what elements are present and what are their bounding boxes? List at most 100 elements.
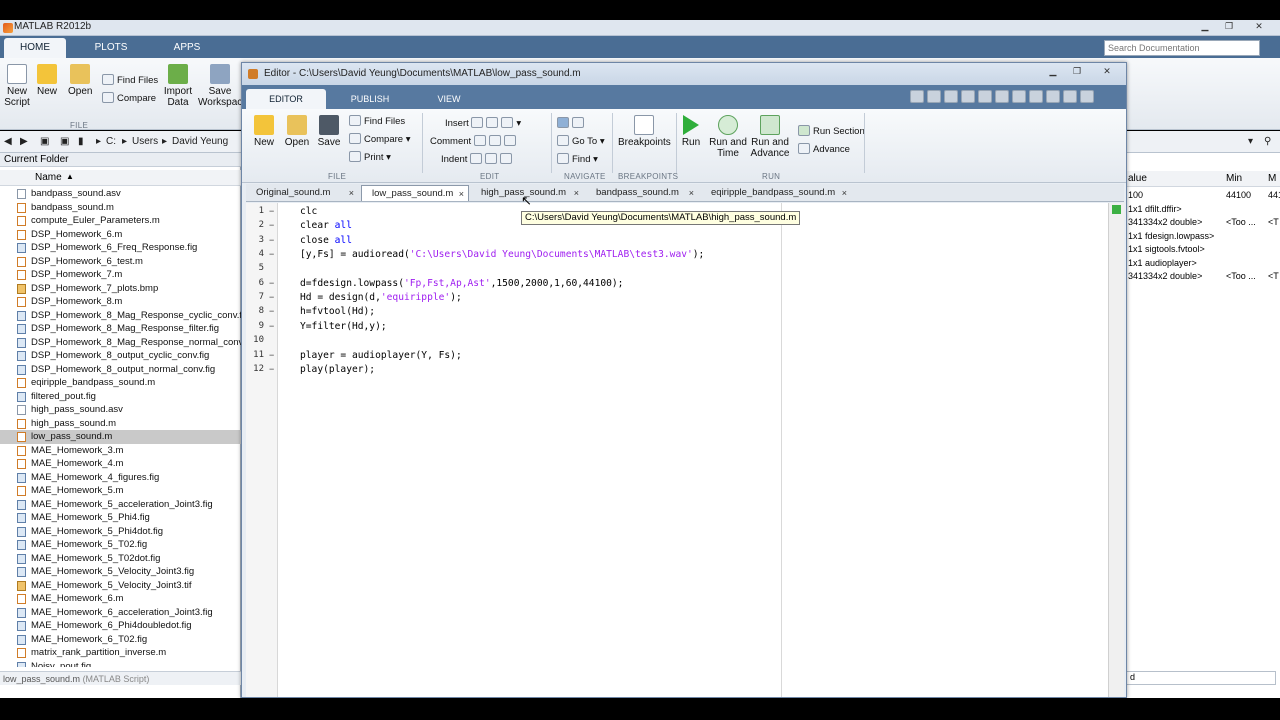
file-list-item[interactable]: DSP_Homework_6.m: [0, 228, 241, 242]
file-list-item[interactable]: MAE_Homework_5_T02dot.fig: [0, 552, 241, 566]
file-tab[interactable]: Original_sound.m ×: [246, 185, 358, 201]
run-section-button[interactable]: Run Section: [798, 125, 865, 137]
tab-editor[interactable]: EDITOR: [246, 89, 326, 109]
executable-line-marker[interactable]: −: [269, 306, 274, 316]
tab-apps[interactable]: APPS: [152, 38, 222, 58]
file-list-item[interactable]: DSP_Homework_8_Mag_Response_normal_conv.…: [0, 336, 241, 350]
code-line[interactable]: d=fdesign.lowpass('Fp,Fst,Ap,Ast',1500,2…: [300, 278, 623, 289]
code-line[interactable]: play(player);: [300, 364, 375, 375]
chevron-down-icon[interactable]: [1080, 90, 1094, 103]
indent-button[interactable]: Indent: [441, 153, 515, 165]
col-value[interactable]: alue: [1128, 173, 1147, 184]
file-tab[interactable]: eqiripple_bandpass_sound.m ×: [701, 185, 851, 201]
quick-access-icon[interactable]: [910, 90, 924, 103]
file-list-item[interactable]: MAE_Homework_5_Phi4.fig: [0, 511, 241, 525]
editor-scrollbar[interactable]: [1108, 203, 1124, 697]
executable-line-marker[interactable]: −: [269, 292, 274, 302]
save-workspace-button[interactable]: Save Workspace: [198, 64, 248, 108]
editor-find-files-button[interactable]: Find Files: [349, 115, 405, 127]
editor-compare-button[interactable]: Compare ▾: [349, 133, 411, 145]
workspace-row[interactable]: 1x1 audioplayer>: [1126, 258, 1280, 272]
file-list-item[interactable]: DSP_Homework_8_output_cyclic_conv.fig: [0, 349, 241, 363]
navigate-arrows[interactable]: [557, 117, 587, 129]
executable-line-marker[interactable]: −: [269, 321, 274, 331]
file-list-item[interactable]: high_pass_sound.m: [0, 417, 241, 431]
file-list-item[interactable]: DSP_Homework_7_plots.bmp: [0, 282, 241, 296]
code-line[interactable]: Y=filter(Hd,y);: [300, 321, 387, 332]
close-tab-icon[interactable]: ×: [349, 185, 354, 201]
file-list-item[interactable]: MAE_Homework_6_acceleration_Joint3.fig: [0, 606, 241, 620]
import-data-button[interactable]: Import Data: [163, 64, 193, 108]
editor-save-button[interactable]: Save: [316, 115, 342, 148]
workspace-row[interactable]: 341334x2 double> <Too ... <T: [1126, 271, 1280, 285]
executable-line-marker[interactable]: −: [269, 350, 274, 360]
code-editor[interactable]: 1− clc 2− clear all 3− close all 4− [y,Fs] = au…: [246, 203, 1108, 697]
minimize-button[interactable]: ▁: [1194, 20, 1216, 34]
file-list-item[interactable]: Noisy_pout.fig: [0, 660, 241, 667]
file-list-item[interactable]: MAE_Homework_4.m: [0, 457, 241, 471]
crumb-users[interactable]: Users: [132, 136, 158, 147]
maximize-button[interactable]: ❐: [1218, 20, 1240, 34]
tab-home[interactable]: HOME: [4, 38, 66, 58]
code-line[interactable]: clc: [300, 206, 317, 217]
file-tab[interactable]: low_pass_sound.m ×: [361, 185, 469, 201]
quick-access-icon[interactable]: [944, 90, 958, 103]
editor-maximize-button[interactable]: ❐: [1066, 65, 1088, 79]
compare-button[interactable]: Compare: [102, 92, 156, 104]
advance-button[interactable]: Advance: [798, 143, 850, 155]
tab-plots[interactable]: PLOTS: [76, 38, 146, 58]
breakpoints-button[interactable]: Breakpoints: [618, 115, 671, 148]
tab-publish[interactable]: PUBLISH: [330, 89, 410, 109]
file-list-item[interactable]: MAE_Homework_5_T02.fig: [0, 538, 241, 552]
file-list-item[interactable]: eqiripple_bandpass_sound.m: [0, 376, 241, 390]
executable-line-marker[interactable]: −: [269, 249, 274, 259]
code-line[interactable]: clear all: [300, 220, 352, 231]
code-line[interactable]: close all: [300, 235, 352, 246]
new-script-button[interactable]: New Script: [4, 64, 30, 108]
run-and-advance-button[interactable]: Run and Advance: [750, 115, 790, 159]
col-max[interactable]: M: [1268, 173, 1276, 184]
workspace-row[interactable]: 341334x2 double> <Too ... <T: [1126, 217, 1280, 231]
file-list-item[interactable]: DSP_Homework_8_Mag_Response_filter.fig: [0, 322, 241, 336]
browse-folder-icon[interactable]: ▣: [60, 136, 69, 147]
run-button[interactable]: Run: [680, 115, 702, 148]
file-tab[interactable]: bandpass_sound.m ×: [586, 185, 698, 201]
file-list-item[interactable]: MAE_Homework_6.m: [0, 592, 241, 606]
close-tab-icon[interactable]: ×: [689, 185, 694, 201]
executable-line-marker[interactable]: −: [269, 206, 274, 216]
workspace-row[interactable]: 1x1 sigtools.fvtool>: [1126, 244, 1280, 258]
tab-view[interactable]: VIEW: [416, 89, 482, 109]
file-list-item[interactable]: MAE_Homework_6_Phi4doubledot.fig: [0, 619, 241, 633]
back-arrow-icon[interactable]: ◀: [4, 136, 12, 147]
crumb-drive[interactable]: C:: [106, 136, 116, 147]
file-list-item[interactable]: DSP_Homework_8.m: [0, 295, 241, 309]
file-list-item[interactable]: bandpass_sound.m: [0, 201, 241, 215]
close-tab-icon[interactable]: ×: [842, 185, 847, 201]
forward-arrow-icon[interactable]: ▶: [20, 136, 28, 147]
close-tab-icon[interactable]: ×: [459, 186, 464, 202]
quick-access-icon[interactable]: [1046, 90, 1060, 103]
code-line[interactable]: Hd = design(d,'equiripple');: [300, 292, 462, 303]
col-min[interactable]: Min: [1226, 173, 1242, 184]
open-button[interactable]: Open: [68, 64, 92, 97]
editor-new-button[interactable]: New: [252, 115, 276, 148]
editor-open-button[interactable]: Open: [284, 115, 310, 148]
chevron-down-icon[interactable]: ▾: [1248, 136, 1253, 147]
new-button[interactable]: New: [36, 64, 58, 97]
run-and-time-button[interactable]: Run and Time: [708, 115, 748, 159]
workspace-row[interactable]: 1x1 dfilt.dffir>: [1126, 204, 1280, 218]
file-list-item[interactable]: MAE_Homework_3.m: [0, 444, 241, 458]
file-list-item[interactable]: DSP_Homework_8_output_normal_conv.fig: [0, 363, 241, 377]
search-documentation-input[interactable]: Search Documentation: [1104, 40, 1260, 56]
editor-close-button[interactable]: ✕: [1090, 65, 1124, 79]
file-list-item[interactable]: bandpass_sound.asv: [0, 187, 241, 201]
file-list-item[interactable]: DSP_Homework_6_Freq_Response.fig: [0, 241, 241, 255]
quick-access-icon[interactable]: [961, 90, 975, 103]
file-list-item[interactable]: high_pass_sound.asv: [0, 403, 241, 417]
file-list-item[interactable]: compute_Euler_Parameters.m: [0, 214, 241, 228]
quick-access-icon[interactable]: [1029, 90, 1043, 103]
file-list-item[interactable]: DSP_Homework_7.m: [0, 268, 241, 282]
close-button[interactable]: ✕: [1242, 20, 1276, 34]
executable-line-marker[interactable]: −: [269, 278, 274, 288]
editor-print-button[interactable]: Print ▾: [349, 151, 391, 163]
